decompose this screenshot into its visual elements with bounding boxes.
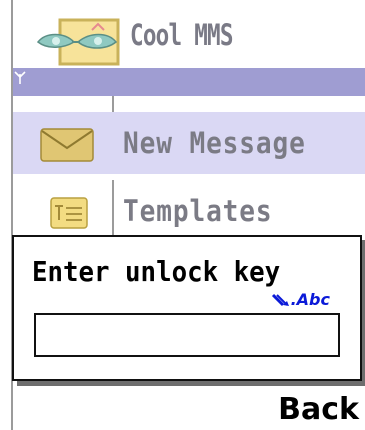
list-divider: [112, 96, 114, 112]
template-icon: [50, 197, 88, 229]
menu-item-label: Templates: [123, 194, 273, 228]
app-title: Cool MMS: [130, 18, 233, 52]
unlock-key-input[interactable]: [34, 313, 340, 357]
dialog-title: Enter unlock key: [32, 255, 281, 288]
list-divider: [112, 180, 114, 242]
signal-antenna-icon: [14, 71, 26, 84]
app-logo-icon: [36, 18, 120, 66]
menu-item-new-message[interactable]: New Message: [13, 112, 365, 174]
menu-item-templates[interactable]: Templates: [13, 180, 365, 242]
back-softkey[interactable]: Back: [278, 392, 359, 427]
input-mode-label: .Abc: [290, 290, 330, 309]
envelope-icon: [40, 128, 94, 162]
phone-screen: Cool MMS New Message Templates Enter unl…: [0, 0, 365, 430]
input-mode-indicator: .Abc: [271, 290, 330, 309]
unlock-key-dialog: Enter unlock key .Abc: [12, 235, 362, 381]
pen-icon: [271, 293, 289, 307]
status-strip: [12, 68, 365, 96]
menu-item-label: New Message: [123, 126, 306, 160]
title-area: Cool MMS: [0, 0, 365, 68]
